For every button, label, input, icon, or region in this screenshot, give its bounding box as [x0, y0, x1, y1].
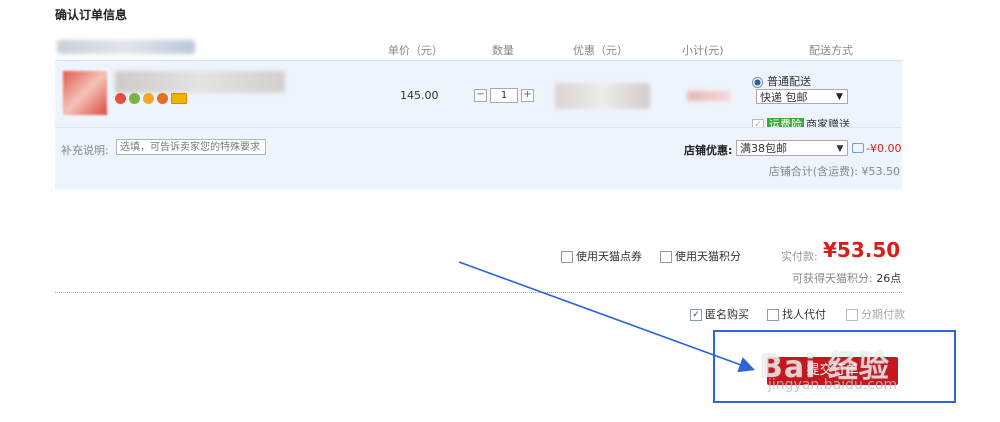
annotation-arrow: [458, 261, 756, 373]
arrow-line: [458, 261, 756, 373]
